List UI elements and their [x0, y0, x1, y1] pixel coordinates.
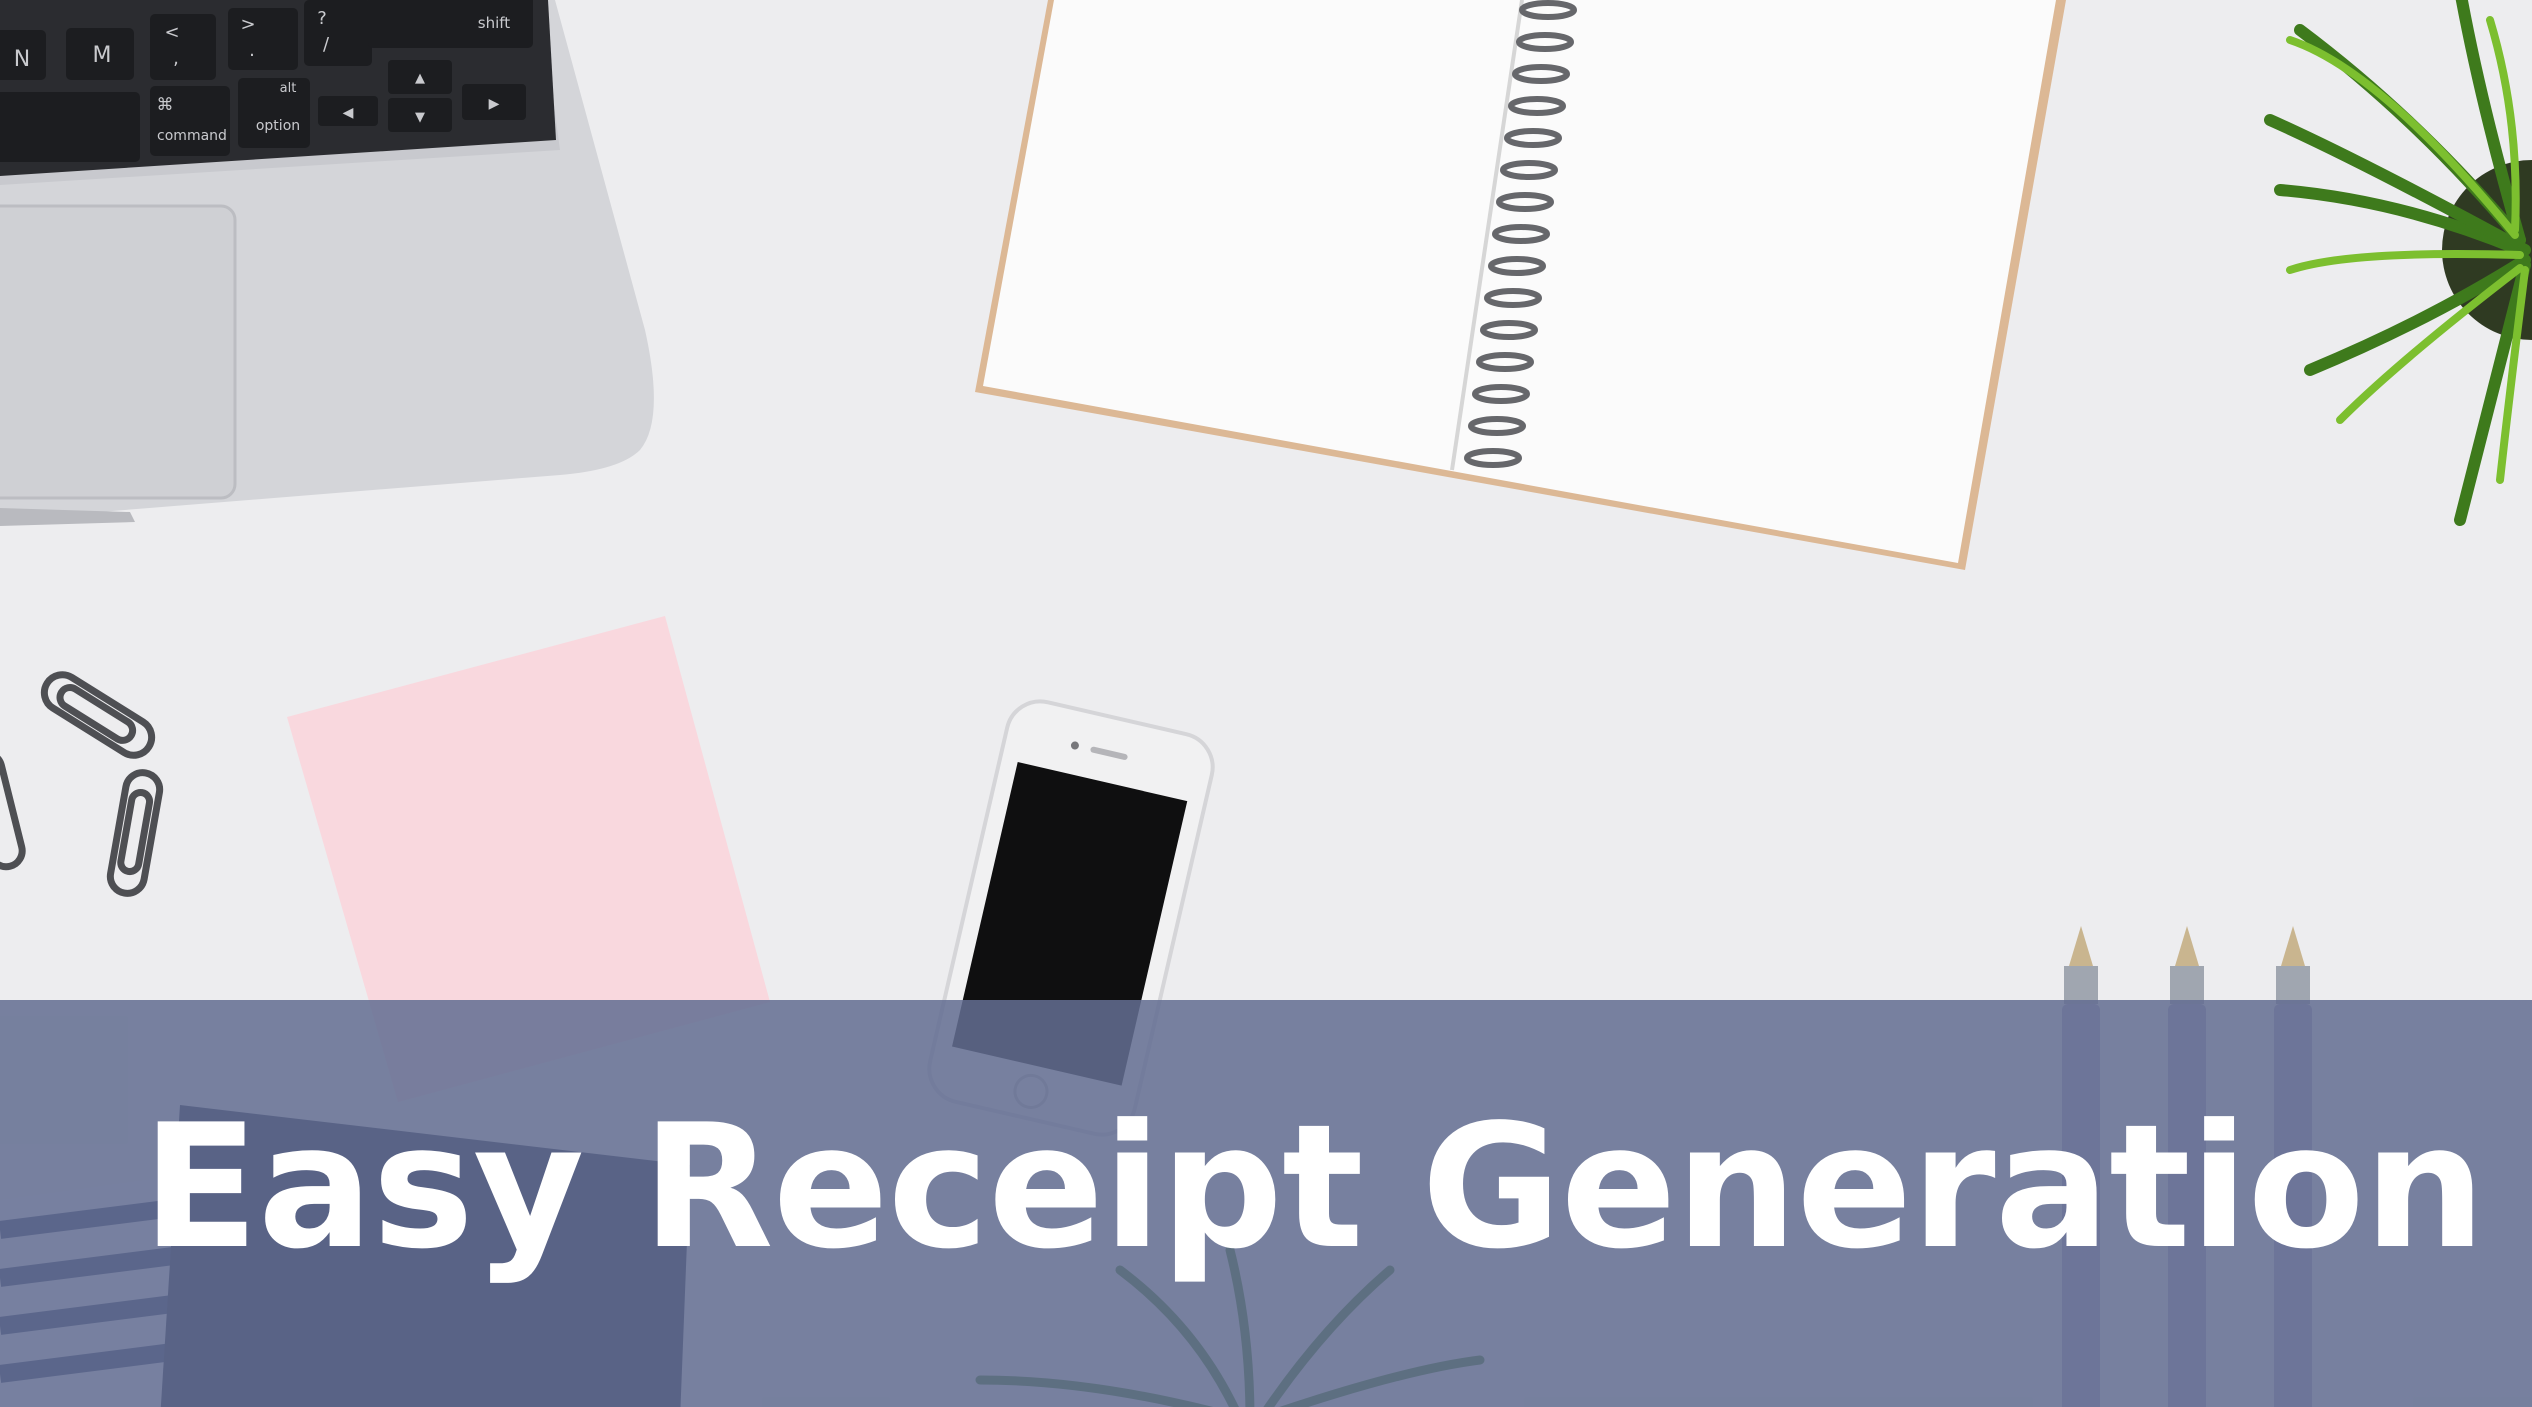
key-m-label: M	[93, 43, 112, 68]
key-alt-label: alt	[280, 81, 297, 96]
trackpad	[0, 204, 237, 500]
spiral-notebook	[975, 0, 2066, 570]
key-slash-label: /	[323, 34, 330, 55]
svg-text:▶: ▶	[489, 96, 500, 112]
key-comma-label: ,	[173, 48, 179, 69]
key-lt-label: <	[164, 22, 179, 43]
key-cmd-symbol: ⌘	[157, 95, 174, 115]
key-n-label: N	[14, 47, 30, 72]
svg-text:▲: ▲	[415, 71, 425, 86]
key-question-label: ?	[317, 8, 327, 29]
key-gt-label: >	[240, 14, 255, 35]
key-period-label: .	[249, 40, 255, 61]
potted-plant	[2264, 0, 2532, 526]
svg-text:▼: ▼	[415, 110, 425, 125]
paper-clips	[0, 671, 164, 897]
page-title: Easy Receipt Generation	[142, 1088, 2486, 1287]
desk-photo: N M < , > . ? / shift ⌘ command alt opti…	[0, 0, 2532, 1407]
key-command-label: command	[157, 128, 227, 144]
key-option-label: option	[256, 118, 300, 134]
svg-text:◀: ◀	[343, 105, 354, 121]
key-shift-label: shift	[478, 14, 511, 32]
